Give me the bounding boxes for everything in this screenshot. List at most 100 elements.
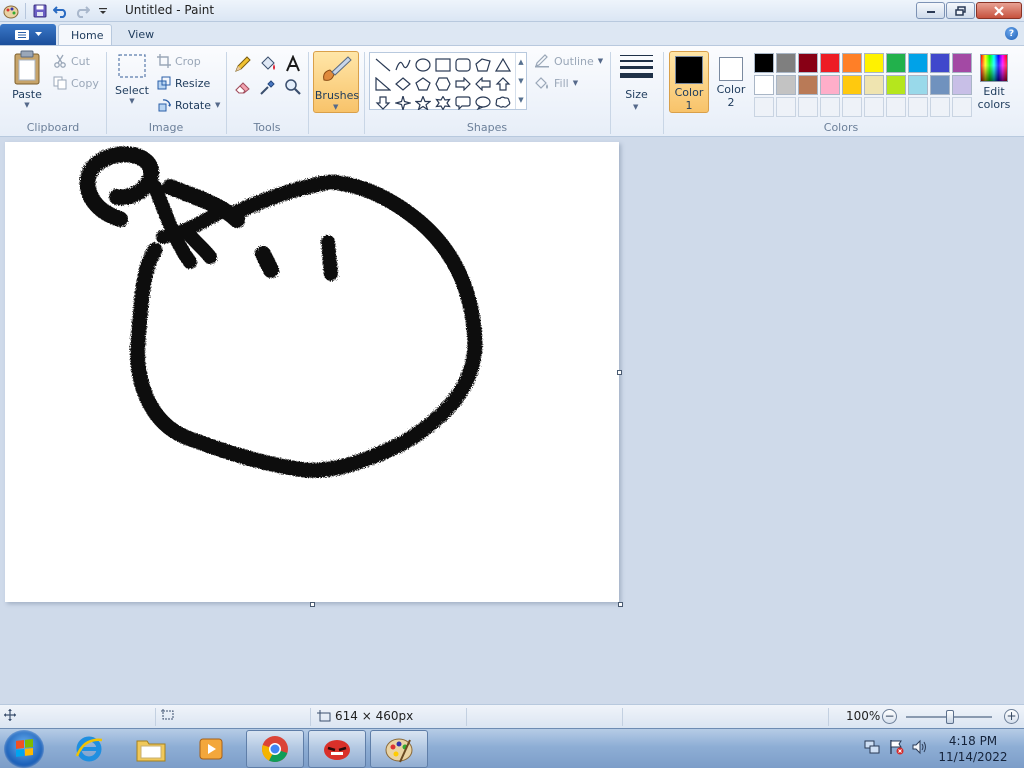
line-shape-icon[interactable]: [373, 56, 393, 74]
taskbar-internet-explorer[interactable]: [60, 730, 118, 768]
edit-colors-button[interactable]: Edit colors: [976, 54, 1012, 111]
palette-color-swatch[interactable]: [820, 53, 840, 73]
pencil-tool[interactable]: [232, 54, 254, 74]
color2-button[interactable]: Color 2: [711, 51, 751, 113]
text-tool[interactable]: [282, 54, 304, 74]
save-icon[interactable]: [31, 2, 49, 20]
oval-shape-icon[interactable]: [413, 56, 433, 74]
volume-icon[interactable]: [912, 739, 928, 755]
pentagon-shape-icon[interactable]: [413, 75, 433, 93]
help-icon[interactable]: ?: [1005, 27, 1018, 40]
zoom-out-button[interactable]: −: [882, 709, 897, 724]
palette-empty-swatch[interactable]: [908, 97, 928, 117]
resize-handle-corner[interactable]: [618, 602, 623, 607]
crop-button[interactable]: Crop: [157, 51, 201, 71]
palette-color-swatch[interactable]: [864, 75, 884, 95]
palette-empty-swatch[interactable]: [864, 97, 884, 117]
triangle-shape-icon[interactable]: [493, 56, 513, 74]
magnifier-tool[interactable]: [282, 77, 304, 97]
left-arrow-shape-icon[interactable]: [473, 75, 493, 93]
zoom-slider-thumb[interactable]: [946, 710, 954, 724]
close-button[interactable]: [976, 2, 1022, 19]
palette-color-swatch[interactable]: [820, 75, 840, 95]
start-button[interactable]: [4, 730, 44, 768]
customize-qat-icon[interactable]: [94, 2, 112, 20]
paint-menu-button[interactable]: [0, 24, 56, 45]
right-triangle-shape-icon[interactable]: [373, 75, 393, 93]
palette-color-swatch[interactable]: [886, 75, 906, 95]
taskbar-media-player[interactable]: [182, 730, 240, 768]
resize-handle-right[interactable]: [617, 370, 622, 375]
palette-color-swatch[interactable]: [842, 75, 862, 95]
four-point-star-shape-icon[interactable]: [393, 94, 413, 112]
copy-button[interactable]: Copy: [53, 73, 99, 93]
taskbar-red-app[interactable]: [308, 730, 366, 768]
fill-tool[interactable]: [257, 54, 279, 74]
palette-color-swatch[interactable]: [864, 53, 884, 73]
palette-empty-swatch[interactable]: [842, 97, 862, 117]
taskbar-file-explorer[interactable]: [122, 730, 180, 768]
six-point-star-shape-icon[interactable]: [433, 94, 453, 112]
palette-empty-swatch[interactable]: [886, 97, 906, 117]
brushes-button[interactable]: Brushes ▼: [313, 51, 359, 113]
palette-empty-swatch[interactable]: [754, 97, 774, 117]
scroll-up-icon[interactable]: ▲: [518, 58, 523, 66]
palette-empty-swatch[interactable]: [930, 97, 950, 117]
palette-color-swatch[interactable]: [842, 53, 862, 73]
cut-button[interactable]: Cut: [53, 51, 90, 71]
cloud-callout-shape-icon[interactable]: [493, 94, 513, 112]
fill-button[interactable]: Fill ▼: [534, 73, 578, 93]
outline-button[interactable]: Outline ▼: [534, 51, 603, 71]
zoom-in-button[interactable]: +: [1004, 709, 1019, 724]
tab-view[interactable]: View: [116, 24, 166, 45]
palette-color-swatch[interactable]: [798, 53, 818, 73]
palette-color-swatch[interactable]: [930, 53, 950, 73]
paint-app-icon[interactable]: [2, 2, 20, 20]
palette-empty-swatch[interactable]: [798, 97, 818, 117]
palette-empty-swatch[interactable]: [776, 97, 796, 117]
select-button[interactable]: Select ▼: [113, 50, 151, 105]
palette-color-swatch[interactable]: [930, 75, 950, 95]
up-arrow-shape-icon[interactable]: [493, 75, 513, 93]
palette-color-swatch[interactable]: [952, 75, 972, 95]
palette-color-swatch[interactable]: [908, 53, 928, 73]
rounded-rectangle-shape-icon[interactable]: [453, 56, 473, 74]
rotate-button[interactable]: Rotate ▼: [157, 95, 220, 115]
eraser-tool[interactable]: [232, 77, 254, 97]
palette-empty-swatch[interactable]: [952, 97, 972, 117]
five-point-star-shape-icon[interactable]: [413, 94, 433, 112]
color-picker-tool[interactable]: [257, 77, 279, 97]
restore-button[interactable]: [946, 2, 975, 19]
taskbar-chrome[interactable]: [246, 730, 304, 768]
palette-color-swatch[interactable]: [798, 75, 818, 95]
size-button[interactable]: [620, 55, 653, 82]
rectangle-shape-icon[interactable]: [433, 56, 453, 74]
polygon-shape-icon[interactable]: [473, 56, 493, 74]
taskbar-clock[interactable]: 4:18 PM 11/14/2022: [934, 733, 1012, 765]
diamond-shape-icon[interactable]: [393, 75, 413, 93]
gallery-expand-icon[interactable]: ▼: [518, 96, 523, 104]
palette-color-swatch[interactable]: [754, 53, 774, 73]
oval-callout-shape-icon[interactable]: [473, 94, 493, 112]
scroll-down-icon[interactable]: ▼: [518, 77, 523, 85]
down-arrow-shape-icon[interactable]: [373, 94, 393, 112]
network-icon[interactable]: [864, 739, 880, 755]
palette-color-swatch[interactable]: [776, 75, 796, 95]
minimize-button[interactable]: [916, 2, 945, 19]
curve-shape-icon[interactable]: [393, 56, 413, 74]
right-arrow-shape-icon[interactable]: [453, 75, 473, 93]
palette-color-swatch[interactable]: [776, 53, 796, 73]
action-center-flag-icon[interactable]: [888, 739, 904, 755]
rounded-callout-shape-icon[interactable]: [453, 94, 473, 112]
resize-button[interactable]: Resize: [157, 73, 210, 93]
palette-color-swatch[interactable]: [754, 75, 774, 95]
drawing-canvas[interactable]: [5, 142, 619, 602]
tab-home[interactable]: Home: [58, 24, 112, 45]
resize-handle-bottom[interactable]: [310, 602, 315, 607]
redo-icon[interactable]: [73, 2, 91, 20]
undo-icon[interactable]: [52, 2, 70, 20]
paste-button[interactable]: Paste ▼: [8, 50, 46, 109]
shapes-scrollbar[interactable]: ▲ ▼ ▼: [515, 53, 526, 109]
color1-button[interactable]: Color 1: [669, 51, 709, 113]
palette-color-swatch[interactable]: [908, 75, 928, 95]
